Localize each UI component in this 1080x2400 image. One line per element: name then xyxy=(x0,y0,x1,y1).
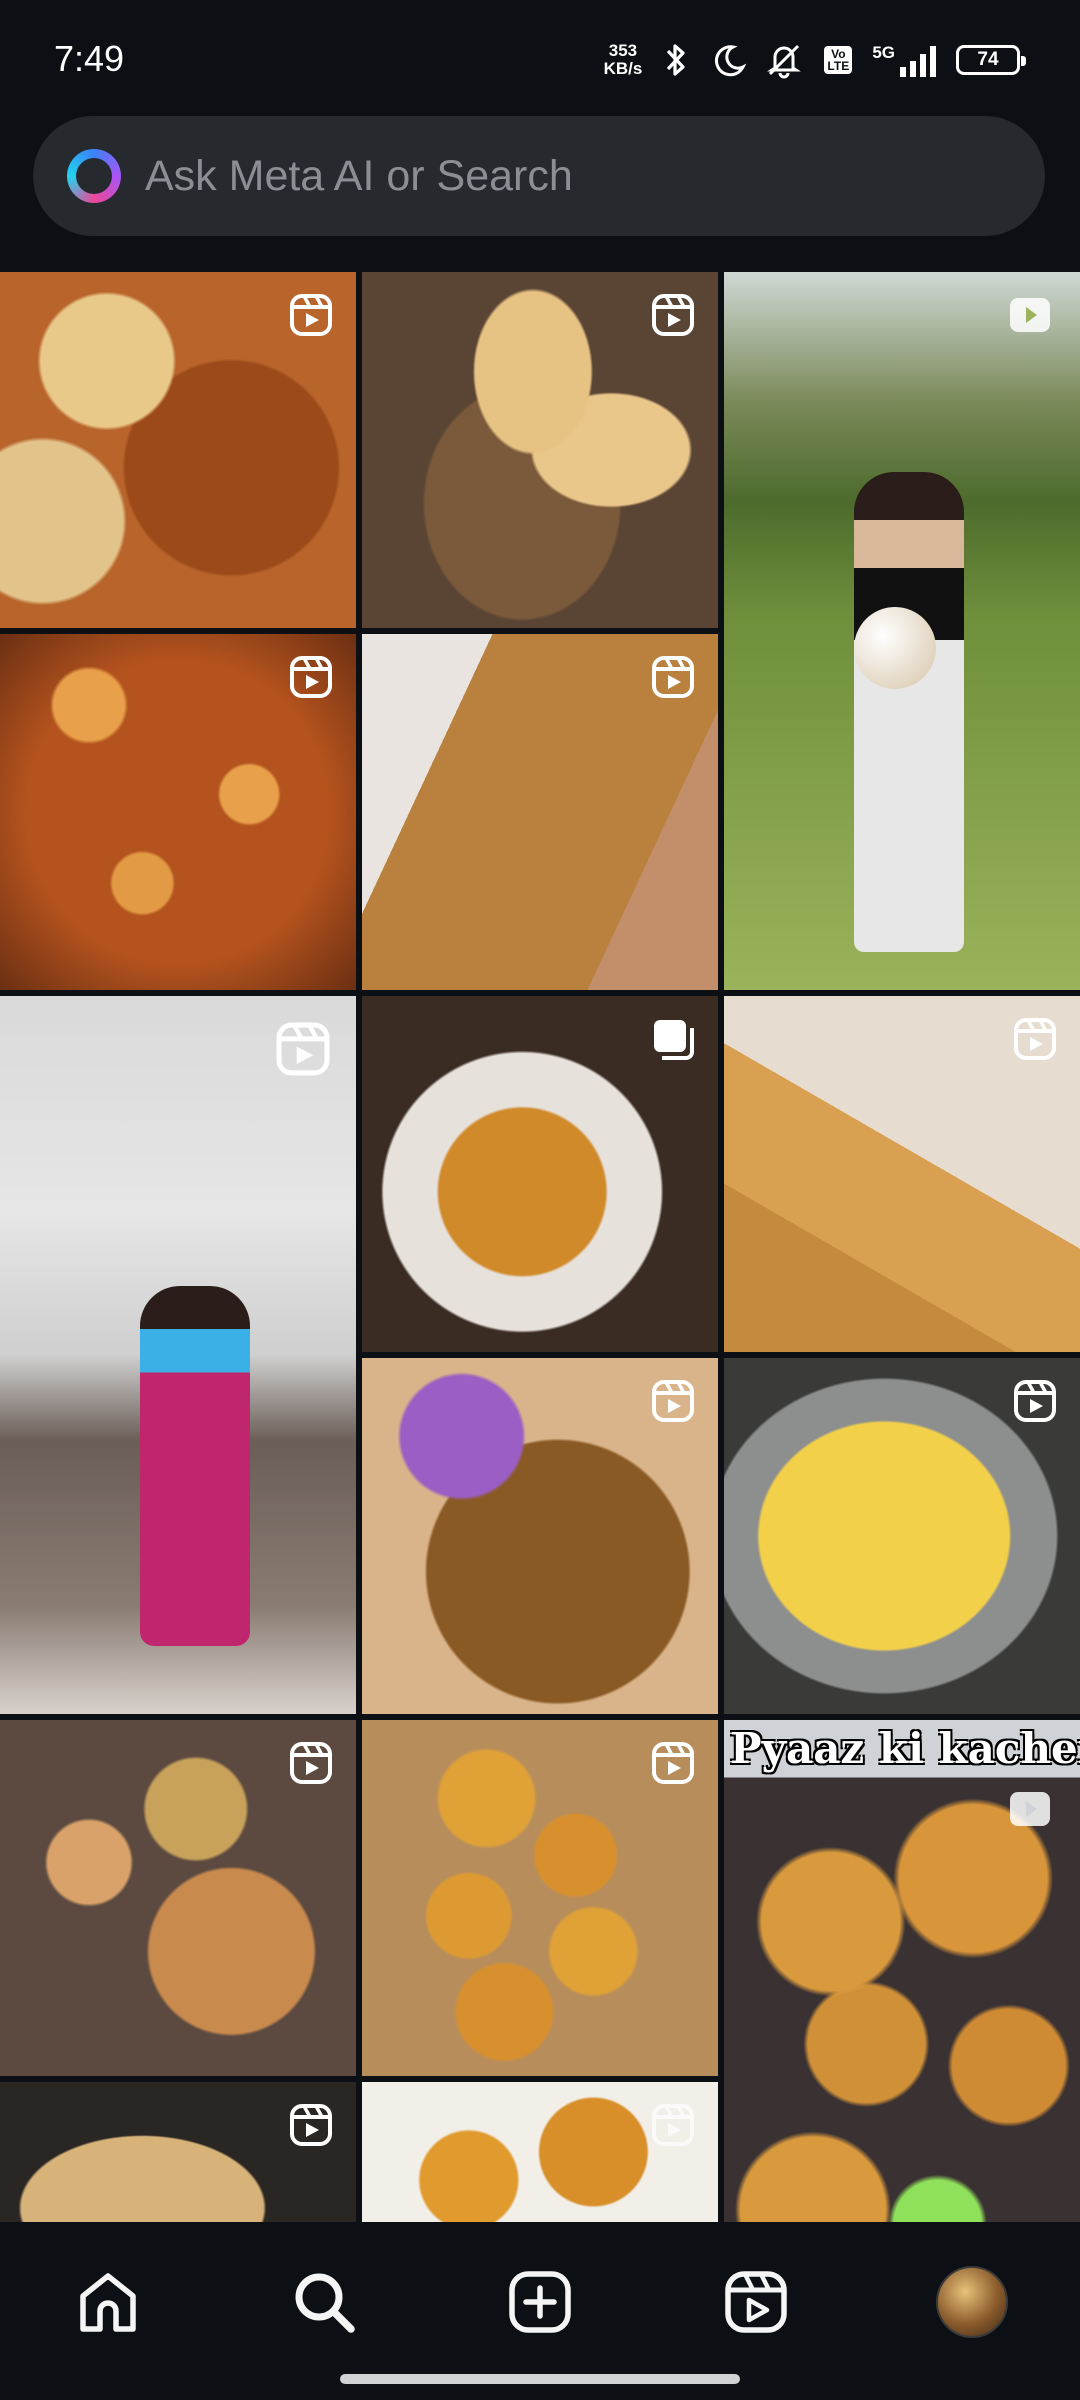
reels-icon xyxy=(652,1742,694,1784)
search-input[interactable] xyxy=(145,151,965,201)
nav-profile[interactable] xyxy=(936,2266,1008,2338)
meta-ai-icon[interactable] xyxy=(67,149,121,203)
home-icon xyxy=(80,2273,136,2332)
volte-icon: Vo LTE xyxy=(818,40,858,80)
status-bar: 7:49 353 KB/s Vo LTE 5G 74 xyxy=(0,0,1080,110)
reels-icon xyxy=(652,2104,694,2146)
grid-tile[interactable] xyxy=(362,1358,718,1714)
grid-tile[interactable] xyxy=(362,272,718,628)
volte-label-bottom: LTE xyxy=(827,59,850,73)
grid-tile[interactable] xyxy=(0,1720,356,2076)
grid-tile[interactable] xyxy=(0,996,356,1714)
grid-tile[interactable] xyxy=(724,272,1080,990)
grid-tile[interactable]: Pyaaz ki kacheri xyxy=(724,1720,1080,2222)
reels-icon xyxy=(290,656,332,698)
carousel-icon xyxy=(654,1020,694,1060)
grid-tile[interactable] xyxy=(0,2082,356,2222)
grid-tile[interactable] xyxy=(0,272,356,628)
network-speed-unit: KB/s xyxy=(603,59,643,78)
nav-create[interactable] xyxy=(504,2266,576,2338)
signal-icon: 5G xyxy=(872,43,942,77)
grid-tile[interactable] xyxy=(362,1720,718,2076)
status-time: 7:49 xyxy=(54,38,125,79)
reels-icon xyxy=(290,1742,332,1784)
post-subject xyxy=(854,472,964,952)
moon-icon xyxy=(710,40,750,80)
grid-tile[interactable] xyxy=(724,996,1080,1352)
post-subject xyxy=(140,1286,250,1646)
mute-icon xyxy=(764,40,804,80)
grid-tile[interactable] xyxy=(362,996,718,1352)
reels-icon xyxy=(290,294,332,336)
reels-icon xyxy=(725,2271,787,2333)
post-caption: Pyaaz ki kacheri xyxy=(730,1724,1080,1773)
post-ball xyxy=(854,607,936,689)
reels-icon xyxy=(1014,1018,1056,1060)
battery-icon: 74 xyxy=(956,45,1026,75)
nav-search[interactable] xyxy=(288,2266,360,2338)
reels-icon xyxy=(276,1022,330,1076)
grid-tile[interactable] xyxy=(362,634,718,990)
nav-home[interactable] xyxy=(72,2266,144,2338)
play-icon xyxy=(1010,1792,1050,1826)
reels-icon xyxy=(652,656,694,698)
home-indicator[interactable] xyxy=(340,2374,740,2384)
status-icons: 353 KB/s Vo LTE 5G 74 xyxy=(604,36,1026,84)
search-icon xyxy=(295,2273,355,2333)
search-bar[interactable] xyxy=(33,116,1045,236)
network-type: 5G xyxy=(872,43,895,62)
profile-avatar xyxy=(936,2266,1008,2338)
network-speed: 353 KB/s xyxy=(604,42,643,78)
grid-tile[interactable] xyxy=(724,1358,1080,1714)
reels-icon xyxy=(652,1380,694,1422)
grid-tile[interactable] xyxy=(362,2082,718,2222)
reels-icon xyxy=(1014,1380,1056,1422)
battery-level: 74 xyxy=(977,49,999,70)
explore-grid: Pyaaz ki kacheri xyxy=(0,272,1080,2222)
nav-reels[interactable] xyxy=(720,2266,792,2338)
create-icon xyxy=(509,2271,571,2333)
grid-tile[interactable] xyxy=(0,634,356,990)
reels-icon xyxy=(652,294,694,336)
reels-icon xyxy=(290,2104,332,2146)
network-speed-value: 353 xyxy=(608,41,638,60)
bluetooth-icon xyxy=(656,40,696,80)
play-icon xyxy=(1010,298,1050,332)
